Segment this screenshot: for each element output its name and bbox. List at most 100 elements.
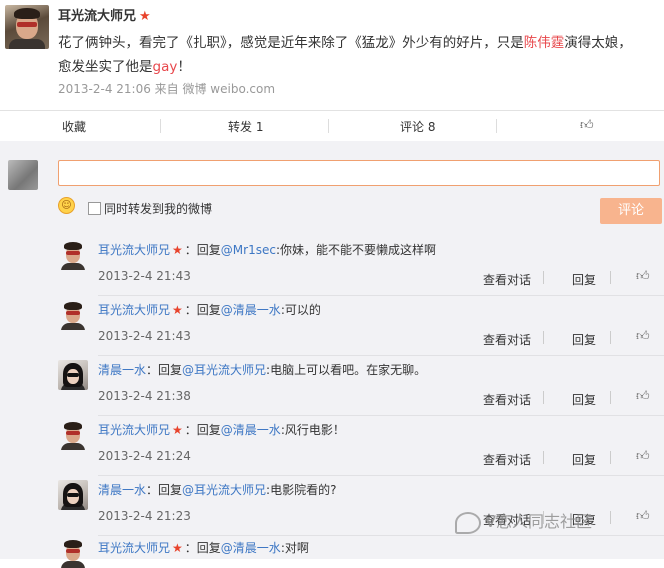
comment-author[interactable]: 耳光流大师兄: [98, 303, 170, 317]
comment-time: 2013-2-4 21:23: [98, 509, 191, 523]
thumbs-up-icon[interactable]: 👍︎: [636, 449, 650, 464]
post-meta[interactable]: 2013-2-4 21:06 来自 微博 weibo.com: [58, 80, 275, 97]
avatar-hair: [64, 422, 82, 430]
view-dialog-link[interactable]: 查看对话: [483, 331, 531, 348]
avatar-sunglasses: [67, 493, 79, 497]
reply-link[interactable]: 回复: [572, 451, 596, 468]
comment-prefix: ：回复: [184, 541, 221, 555]
comment-time: 2013-2-4 21:43: [98, 269, 191, 283]
repost-button[interactable]: 转发 1: [228, 118, 263, 135]
comment-author[interactable]: 耳光流大师兄: [98, 243, 170, 257]
comment-text: 耳光流大师兄 ★ ：回复@Mr1sec:你妹，能不能不要懒成这样啊: [98, 241, 436, 258]
my-avatar: [8, 160, 38, 190]
comment-prefix: ：回复: [184, 423, 221, 437]
comment-mention[interactable]: @清晨一水: [221, 541, 281, 555]
star-icon: ★: [172, 423, 183, 437]
view-dialog-link[interactable]: 查看对话: [483, 391, 531, 408]
comment-avatar[interactable]: [58, 480, 88, 510]
author-avatar[interactable]: [5, 5, 49, 49]
comment-author[interactable]: 耳光流大师兄: [98, 541, 170, 555]
avatar-hair: [64, 540, 82, 548]
comment-text: 清晨一水：回复@耳光流大师兄:电影院看的?: [98, 481, 336, 498]
comment-body: :可以的: [280, 303, 321, 317]
star-icon: ★: [172, 541, 183, 555]
post-body: 花了俩钟头，看完了《扎职》，感觉是近年来除了《猛龙》外少有的好片，只是陈伟霆演得…: [58, 31, 662, 79]
post-highlight-word: gay: [152, 59, 178, 75]
comment-mention[interactable]: @耳光流大师兄: [182, 363, 266, 377]
avatar-glasses: [66, 549, 80, 553]
comment-mention[interactable]: @Mr1sec: [221, 243, 276, 257]
post-text-part3: 愈发坐实了他是: [58, 59, 153, 75]
repost-checkbox-label: 同时转发到我的微博: [104, 202, 213, 216]
reply-link[interactable]: 回复: [572, 271, 596, 288]
post-text-part1: 花了俩钟头，看完了《扎职》，感觉是近年来除了《猛龙》外少有的好片，只是: [58, 35, 524, 51]
divider: [543, 271, 544, 284]
avatar-glasses: [66, 251, 80, 255]
avatar-body: [61, 323, 85, 330]
avatar-hair: [64, 242, 82, 250]
comment-item: 清晨一水：回复@耳光流大师兄:电脑上可以看吧。在家无聊。 2013-2-4 21…: [58, 360, 664, 420]
collect-button[interactable]: 收藏: [62, 118, 86, 135]
comment-item: 耳光流大师兄 ★ ：回复@清晨一水:风行电影！ 2013-2-4 21:24 查看对…: [58, 420, 664, 480]
comment-text: 耳光流大师兄 ★ ：回复@清晨一水:风行电影！: [98, 421, 345, 438]
action-divider: [496, 119, 497, 133]
comment-prefix: ：回复: [184, 243, 221, 257]
action-divider: [328, 119, 329, 133]
avatar-body: [61, 263, 85, 270]
comment-author[interactable]: 清晨一水: [98, 363, 146, 377]
star-icon: ★: [139, 9, 151, 24]
action-divider: [160, 119, 161, 133]
watermark-text: V恋人同志社区: [485, 512, 592, 531]
comment-prefix: ：回复: [146, 363, 183, 377]
comment-avatar[interactable]: [58, 240, 88, 270]
thumbs-up-icon[interactable]: 👍︎: [636, 389, 650, 404]
comment-button[interactable]: 评论 8: [400, 118, 435, 135]
comment-mention[interactable]: @清晨一水: [221, 303, 281, 317]
watermark: V恋人同志社区: [455, 508, 592, 534]
post-action-bar: 收藏 转发 1 评论 8 👍︎: [0, 110, 664, 142]
divider: [610, 451, 611, 464]
comment-text: 耳光流大师兄 ★ ：回复@清晨一水:对啊: [98, 539, 309, 556]
thumbs-up-icon[interactable]: 👍︎: [580, 118, 594, 133]
comment-text: 清晨一水：回复@耳光流大师兄:电脑上可以看吧。在家无聊。: [98, 361, 426, 378]
comment-avatar[interactable]: [58, 538, 88, 568]
reply-link[interactable]: 回复: [572, 331, 596, 348]
comment-prefix: ：回复: [146, 483, 183, 497]
comment-mention[interactable]: @清晨一水: [221, 423, 281, 437]
post-author-name[interactable]: 耳光流大师兄: [58, 9, 136, 24]
comment-time: 2013-2-4 21:24: [98, 449, 191, 463]
comment-body: :对啊: [280, 541, 309, 555]
comment-body: :风行电影！: [280, 423, 345, 437]
comment-avatar[interactable]: [58, 420, 88, 450]
comment-divider: [98, 475, 664, 476]
post-mention-name[interactable]: 陈伟霆: [524, 35, 565, 51]
avatar-hair: [64, 302, 82, 310]
view-dialog-link[interactable]: 查看对话: [483, 451, 531, 468]
smile-icon[interactable]: ☺: [58, 197, 75, 214]
comment-input[interactable]: [58, 160, 660, 186]
comment-author[interactable]: 耳光流大师兄: [98, 423, 170, 437]
comment-avatar[interactable]: [58, 300, 88, 330]
comment-divider: [98, 415, 664, 416]
comment-mention[interactable]: @耳光流大师兄: [182, 483, 266, 497]
comment-item: 耳光流大师兄 ★ ：回复@清晨一水:可以的 2013-2-4 21:43 查看对话 …: [58, 300, 664, 360]
post-text-part2: 演得太娘，: [564, 35, 632, 51]
view-dialog-link[interactable]: 查看对话: [483, 271, 531, 288]
comment-author[interactable]: 清晨一水: [98, 483, 146, 497]
thumbs-up-icon[interactable]: 👍︎: [636, 269, 650, 284]
submit-comment-button[interactable]: 评论: [600, 198, 662, 224]
comment-body: :电脑上可以看吧。在家无聊。: [266, 363, 427, 377]
repost-checkbox[interactable]: [88, 202, 101, 215]
thumbs-up-icon[interactable]: 👍︎: [636, 509, 650, 524]
comment-time: 2013-2-4 21:43: [98, 329, 191, 343]
post-author[interactable]: 耳光流大师兄 ★: [58, 5, 151, 24]
reply-link[interactable]: 回复: [572, 391, 596, 408]
star-icon: ★: [172, 303, 183, 317]
avatar-glasses: [17, 22, 37, 27]
thumbs-up-icon[interactable]: 👍︎: [636, 329, 650, 344]
comment-avatar[interactable]: [58, 360, 88, 390]
comment-body: :你妹，能不能不要懒成这样啊: [275, 243, 436, 257]
avatar-sunglasses: [67, 373, 79, 377]
comment-time: 2013-2-4 21:38: [98, 389, 191, 403]
comment-divider: [98, 355, 664, 356]
